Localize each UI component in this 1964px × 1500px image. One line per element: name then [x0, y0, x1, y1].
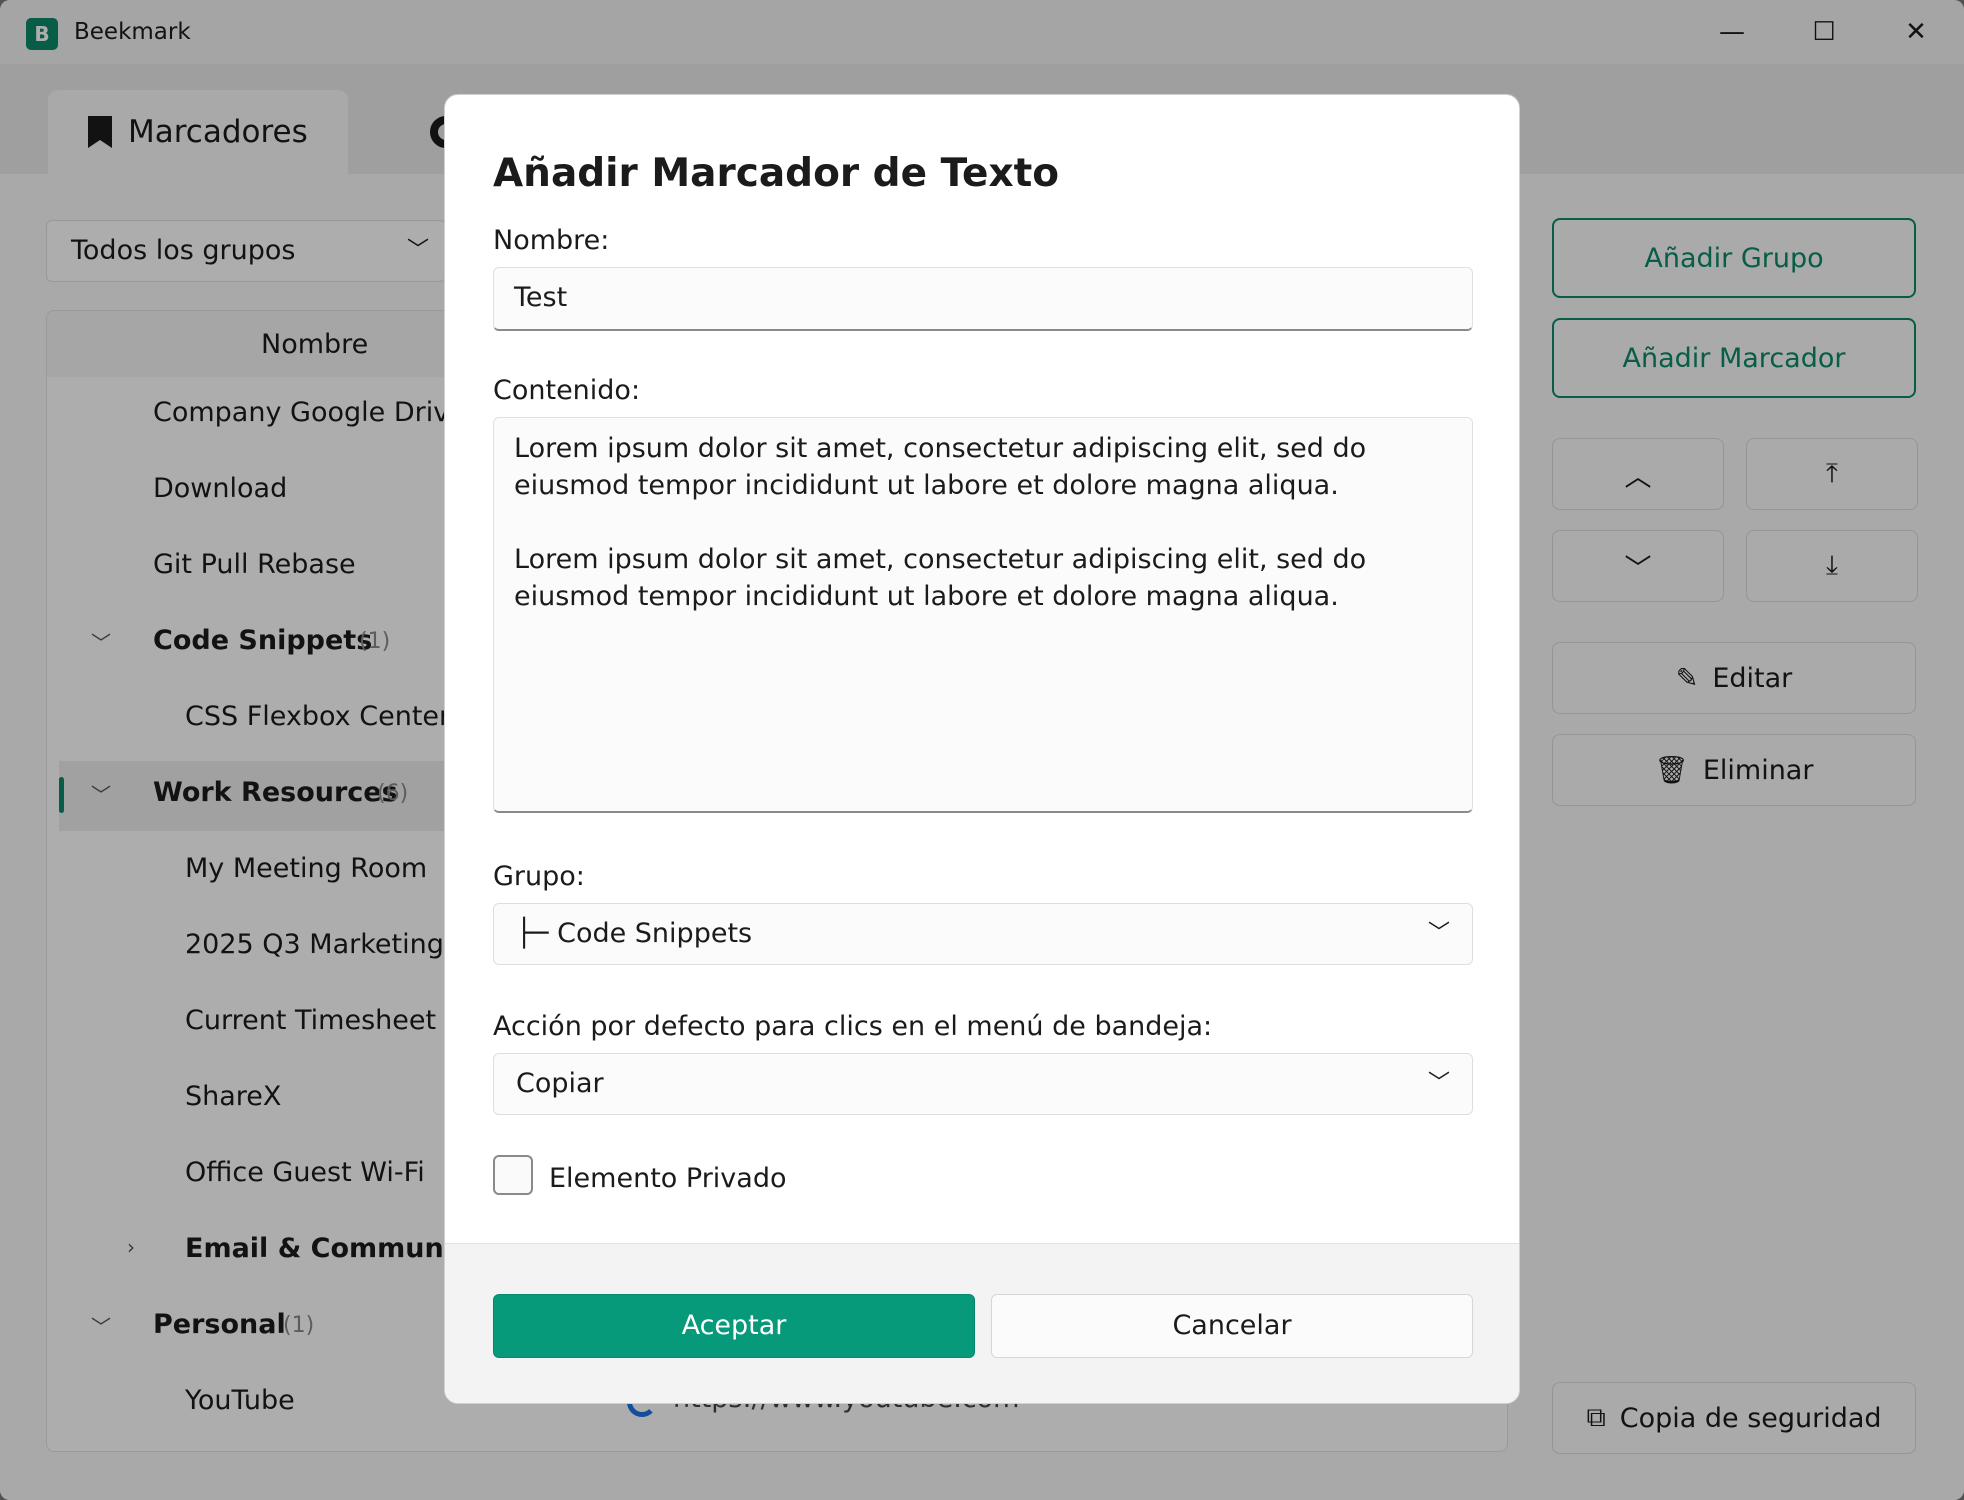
tray-action-value: Copiar	[516, 1068, 604, 1099]
chevron-down-icon: ﹀	[1427, 1071, 1450, 1096]
content-label: Contenido:	[493, 375, 641, 406]
cancel-button[interactable]: Cancelar	[991, 1294, 1473, 1358]
tray-action-dropdown[interactable]: Copiar ﹀	[493, 1053, 1473, 1115]
chevron-down-icon: ﹀	[1427, 921, 1450, 946]
group-label: Grupo:	[493, 861, 585, 892]
name-label: Nombre:	[493, 225, 610, 256]
private-item-label[interactable]: Elemento Privado	[549, 1163, 786, 1194]
add-text-bookmark-dialog: Añadir Marcador de Texto Nombre: Test Co…	[444, 94, 1520, 1404]
name-input[interactable]: Test	[493, 267, 1473, 331]
tray-action-label: Acción por defecto para clics en el menú…	[493, 1011, 1213, 1042]
name-input-value: Test	[514, 282, 568, 313]
dialog-title: Añadir Marcador de Texto	[493, 151, 1060, 196]
accept-button[interactable]: Aceptar	[493, 1294, 975, 1358]
dialog-footer: Aceptar Cancelar	[445, 1243, 1519, 1403]
content-textarea[interactable]: Lorem ipsum dolor sit amet, consectetur …	[493, 417, 1473, 813]
group-dropdown-value: ├─ Code Snippets	[516, 918, 753, 949]
private-item-checkbox[interactable]	[493, 1155, 533, 1195]
group-dropdown[interactable]: ├─ Code Snippets ﹀	[493, 903, 1473, 965]
